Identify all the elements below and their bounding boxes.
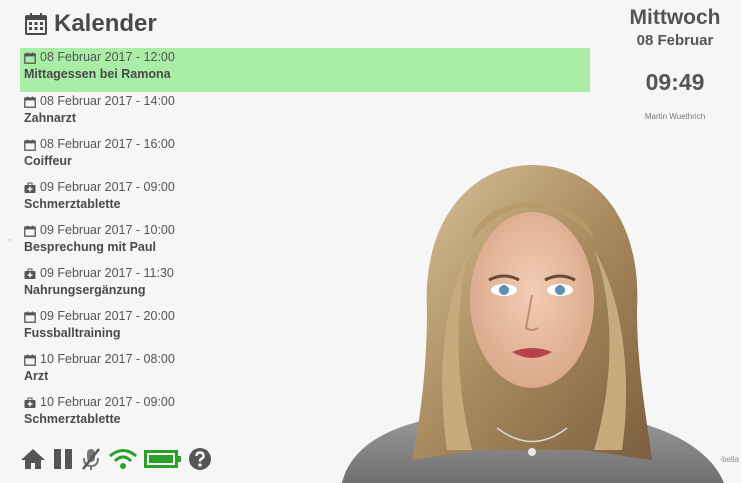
calendar-icon — [24, 354, 36, 366]
event-date: 08 Februar 2017 - 12:00 — [40, 50, 175, 64]
event-date: 08 Februar 2017 - 14:00 — [40, 94, 175, 108]
list-item[interactable]: 08 Februar 2017 - 12:00 Mittagessen bei … — [20, 48, 590, 92]
medkit-icon — [24, 268, 36, 280]
scroll-marker: ' — [9, 238, 11, 247]
pause-icon[interactable] — [52, 448, 74, 475]
weekday: Mittwoch — [629, 6, 721, 29]
event-date: 09 Februar 2017 - 10:00 — [40, 223, 175, 237]
page-title-text: Kalender — [54, 10, 157, 37]
medkit-icon — [24, 397, 36, 409]
author-name: Martin Wuethrich — [644, 112, 706, 121]
avatar — [332, 160, 724, 483]
calendar-icon — [24, 311, 36, 323]
date-panel: Mittwoch 08 Februar 09:49 Martin Wuethri… — [617, 6, 733, 121]
wifi-icon[interactable] — [108, 448, 138, 475]
battery-icon[interactable] — [144, 448, 182, 475]
watermark: -bella — [719, 455, 739, 464]
calendar-icon — [24, 12, 48, 36]
toolbar — [20, 447, 212, 476]
medkit-icon — [24, 182, 36, 194]
help-icon[interactable] — [188, 447, 212, 476]
calendar-icon — [24, 225, 36, 237]
clock: 09:49 — [645, 69, 705, 95]
event-date: 10 Februar 2017 - 08:00 — [40, 352, 175, 366]
microphone-muted-icon[interactable] — [80, 447, 102, 476]
event-date: 09 Februar 2017 - 20:00 — [40, 309, 175, 323]
event-date: 09 Februar 2017 - 09:00 — [40, 180, 175, 194]
calendar-icon — [24, 52, 36, 64]
page-title: Kalender — [24, 10, 157, 38]
calendar-icon — [24, 139, 36, 151]
event-title: Zahnarzt — [24, 111, 77, 125]
current-date: 08 Februar — [636, 32, 714, 49]
calendar-icon — [24, 96, 36, 108]
event-title: Mittagessen bei Ramona — [24, 67, 171, 81]
event-date: 10 Februar 2017 - 09:00 — [40, 395, 175, 409]
home-icon[interactable] — [20, 448, 46, 475]
list-item[interactable]: 08 Februar 2017 - 14:00 Zahnarzt — [20, 92, 590, 135]
event-date: 09 Februar 2017 - 11:30 — [40, 266, 174, 280]
event-date: 08 Februar 2017 - 16:00 — [40, 137, 175, 151]
